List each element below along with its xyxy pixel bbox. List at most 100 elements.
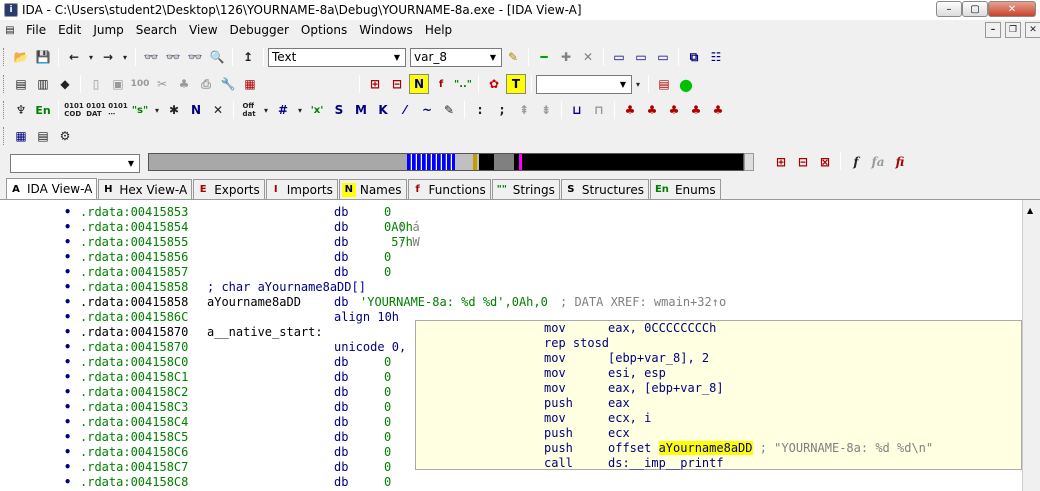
forward-dropdown-icon[interactable]: ▾ <box>120 47 130 67</box>
settings-gear-icon[interactable]: ⚙ <box>55 126 75 146</box>
structures-icon[interactable]: ♆ <box>11 100 31 120</box>
listing-row[interactable]: • .rdata:00415853 db 0 <box>0 205 1022 220</box>
save-icon[interactable]: 💾 <box>33 47 53 67</box>
mdi-close-button[interactable]: ✕ <box>1025 22 1040 38</box>
highlight-pen-icon[interactable]: ✎ <box>503 47 523 67</box>
manual-operand-icon[interactable]: ✎ <box>439 100 459 120</box>
sync-icon[interactable]: ▥ <box>33 74 53 94</box>
menu-view[interactable]: View <box>183 20 223 41</box>
proximity-view-icon[interactable]: ▭ <box>653 47 673 67</box>
segment-icon[interactable]: S <box>329 100 349 120</box>
negate-icon[interactable]: ⁄ <box>395 100 415 120</box>
tab-functions[interactable]: f Functions <box>407 179 491 199</box>
color-grid-icon[interactable]: ▦ <box>240 74 260 94</box>
back-dropdown-icon[interactable]: ▾ <box>86 47 96 67</box>
binoculars-text-icon[interactable]: 👓 <box>185 47 205 67</box>
listing-icon[interactable]: ▤ <box>11 74 31 94</box>
tab-names[interactable]: N Names <box>338 179 407 199</box>
mdi-restore-button[interactable]: ❐ <box>1005 22 1021 38</box>
search-bin-icon[interactable]: 🔍 <box>207 47 227 67</box>
text-view-icon[interactable]: ▭ <box>631 47 651 67</box>
undefine-icon[interactable]: ✕ <box>208 100 228 120</box>
data-icon[interactable]: 0101 DAT <box>86 100 106 120</box>
offset-icon[interactable]: Off dat <box>239 100 259 120</box>
listing-row[interactable]: • .rdata:00415858 aYourname8aDD db 'YOURNAME… <box>0 295 1022 310</box>
jump-icon[interactable]: ↥ <box>238 47 258 67</box>
maximize-button[interactable]: ▢ <box>962 1 988 17</box>
scroll-up-icon[interactable]: ▲ <box>1027 206 1033 215</box>
menu-file[interactable]: File <box>20 20 52 41</box>
graph-view-icon[interactable]: ▭ <box>609 47 629 67</box>
stack-var-icon[interactable]: K <box>373 100 393 120</box>
listing-row[interactable]: • .rdata:00415854 db 0A0h; á <box>0 220 1022 235</box>
tree-red-2-icon[interactable]: ♣ <box>642 100 662 120</box>
tab-exports[interactable]: E Exports <box>193 179 265 199</box>
binoculars-icon[interactable]: 👓 <box>141 47 161 67</box>
menu-windows[interactable]: Windows <box>353 20 419 41</box>
enums-icon[interactable]: En <box>33 100 53 120</box>
flower-icon[interactable]: ✿ <box>484 74 504 94</box>
offset-dropdown-icon[interactable]: ▾ <box>261 100 271 120</box>
function-fi-icon[interactable]: fi <box>890 152 910 172</box>
data-struct-icon[interactable]: 0101 ⋯ <box>108 100 128 120</box>
tree-red-1-icon[interactable]: ♣ <box>620 100 640 120</box>
plus-icon[interactable]: ✚ <box>556 47 576 67</box>
doc-menu-icon[interactable]: ▤ <box>1 21 19 41</box>
binoculars-next-icon[interactable]: 👓 <box>163 47 183 67</box>
layout-icon[interactable]: ☷ <box>706 47 726 67</box>
close-button[interactable]: ✕ <box>988 1 1036 17</box>
navigation-band[interactable] <box>148 153 744 171</box>
functions-tree-icon[interactable]: ⊞ <box>365 74 385 94</box>
diamond-icon[interactable]: ◆ <box>55 74 75 94</box>
tab-strings[interactable]: "" Strings <box>491 179 560 199</box>
rename-icon[interactable]: N <box>186 100 206 120</box>
bitwise-not-icon[interactable]: ~ <box>417 100 437 120</box>
menu-debugger[interactable]: Debugger <box>224 20 295 41</box>
open-icon[interactable]: 📂 <box>11 47 31 67</box>
tab-structures[interactable]: S Structures <box>560 179 649 199</box>
debugger-combo-dropdown-icon[interactable]: ▾ <box>633 74 643 94</box>
menu-options[interactable]: Options <box>295 20 353 41</box>
nav-scroll-handle[interactable] <box>744 153 754 171</box>
back-icon[interactable]: ← <box>64 47 84 67</box>
hide-icon[interactable]: ⊔ <box>567 100 587 120</box>
listing-row[interactable]: • .rdata:004158C8 db 0 <box>0 475 1022 490</box>
repeatable-comment-icon[interactable]: ; <box>492 100 512 120</box>
tree-red-4-icon[interactable]: ♣ <box>686 100 706 120</box>
tab-hex-view-a[interactable]: H Hex View-A <box>98 179 193 199</box>
listing-row[interactable]: • .rdata:00415857 db 0 <box>0 265 1022 280</box>
char-icon[interactable]: 'x' <box>307 100 327 120</box>
menu-edit[interactable]: Edit <box>52 20 87 41</box>
window-icon[interactable]: ⧉ <box>684 47 704 67</box>
names-icon[interactable]: N <box>409 74 429 94</box>
name-combo[interactable]: var_8 ▼ <box>410 47 502 67</box>
calculator-icon[interactable]: ▦ <box>11 126 31 146</box>
number-icon[interactable]: # <box>273 100 293 120</box>
cross-icon[interactable]: ✕ <box>578 47 598 67</box>
run-icon[interactable]: ● <box>676 74 696 94</box>
notes-icon[interactable]: ▤ <box>654 74 674 94</box>
mdi-minimize-button[interactable]: – <box>985 22 1001 38</box>
strings-icon[interactable]: ".." <box>453 74 473 94</box>
string-dropdown-icon[interactable]: ▾ <box>152 100 162 120</box>
enum-member-icon[interactable]: M <box>351 100 371 120</box>
listing-row[interactable]: • .rdata:00415855 db 57h; W <box>0 235 1022 250</box>
func-icon[interactable]: f <box>431 74 451 94</box>
xref-icon[interactable]: ⊟ <box>387 74 407 94</box>
tab-imports[interactable]: I Imports <box>265 179 338 199</box>
asterisk-icon[interactable]: ✱ <box>164 100 184 120</box>
menu-search[interactable]: Search <box>130 20 183 41</box>
xref-from-icon[interactable]: ⊟ <box>793 152 813 172</box>
function-f-icon[interactable]: f <box>846 152 866 172</box>
listing-row[interactable]: • .rdata:00415856 db 0 <box>0 250 1022 265</box>
xref-graph-icon[interactable]: ⊞ <box>771 152 791 172</box>
debugger-combo[interactable]: ▼ <box>536 74 632 94</box>
vertical-scrollbar[interactable]: ▲ <box>1022 200 1040 491</box>
hex-calc-icon[interactable]: ▤ <box>33 126 53 146</box>
forward-icon[interactable]: → <box>98 47 118 67</box>
comment-icon[interactable]: : <box>470 100 490 120</box>
wrench-icon[interactable]: 🔧 <box>218 74 238 94</box>
tab-ida-view-a[interactable]: A IDA View-A <box>6 178 98 199</box>
string-icon[interactable]: "s" <box>130 100 150 120</box>
xref-user-icon[interactable]: ⊠ <box>815 152 835 172</box>
